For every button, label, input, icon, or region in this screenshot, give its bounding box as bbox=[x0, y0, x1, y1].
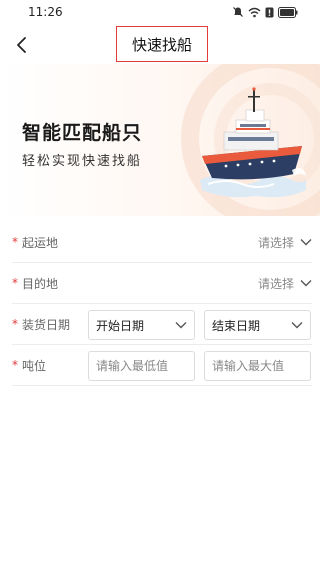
end-date-value: 结束日期 bbox=[212, 318, 261, 333]
start-date-value: 开始日期 bbox=[96, 318, 145, 333]
ship-illustration bbox=[200, 87, 306, 198]
origin-value: 请选择 bbox=[257, 235, 294, 250]
chevron-left-icon bbox=[17, 37, 26, 53]
search-form: * 起运地 请选择 * 目的地 请选择 * 装货日期 开始日期 结束日期 * 吨… bbox=[12, 222, 312, 386]
back-button[interactable] bbox=[8, 31, 36, 59]
destination-row: * 目的地 请选择 bbox=[12, 263, 312, 304]
chevron-down-icon bbox=[300, 280, 312, 287]
destination-select[interactable]: 请选择 bbox=[258, 263, 312, 303]
chevron-down-icon bbox=[300, 239, 312, 246]
destination-value: 请选择 bbox=[257, 276, 294, 291]
start-date-select[interactable]: 开始日期 bbox=[88, 310, 195, 340]
page-title: 快速找船 bbox=[131, 35, 192, 54]
status-time: 11:26 bbox=[28, 5, 63, 19]
required-mark: * bbox=[12, 317, 18, 331]
loading-date-row: * 装货日期 开始日期 结束日期 bbox=[12, 304, 312, 345]
end-date-select[interactable]: 结束日期 bbox=[204, 310, 311, 340]
nav-bar: 快速找船 bbox=[0, 26, 320, 64]
max-tonnage-field[interactable] bbox=[204, 351, 311, 381]
required-mark: * bbox=[12, 235, 18, 249]
wifi-icon bbox=[248, 7, 261, 17]
status-icons bbox=[232, 6, 298, 18]
chevron-down-icon bbox=[291, 322, 303, 329]
mute-icon bbox=[233, 7, 243, 17]
destination-label: 目的地 bbox=[22, 276, 59, 291]
loading-date-label: 装货日期 bbox=[22, 317, 71, 332]
origin-select[interactable]: 请选择 bbox=[258, 222, 312, 262]
page-title-highlight: 快速找船 bbox=[116, 26, 208, 62]
min-tonnage-input[interactable] bbox=[96, 359, 187, 373]
chevron-down-icon bbox=[175, 322, 187, 329]
banner: 智能匹配船只 轻松实现快速找船 bbox=[0, 64, 320, 216]
status-bar: 11:26 bbox=[0, 0, 320, 26]
banner-title: 智能匹配船只 bbox=[22, 122, 143, 144]
battery-icon bbox=[278, 6, 298, 18]
required-mark: * bbox=[12, 276, 18, 290]
origin-label: 起运地 bbox=[22, 235, 59, 250]
tonnage-label: 吨位 bbox=[22, 358, 47, 373]
min-tonnage-field[interactable] bbox=[88, 351, 195, 381]
banner-subtitle: 轻松实现快速找船 bbox=[22, 154, 143, 169]
origin-row: * 起运地 请选择 bbox=[12, 222, 312, 263]
notification-icon bbox=[265, 7, 274, 17]
max-tonnage-input[interactable] bbox=[212, 359, 303, 373]
tonnage-row: * 吨位 bbox=[12, 345, 312, 386]
required-mark: * bbox=[12, 358, 18, 372]
